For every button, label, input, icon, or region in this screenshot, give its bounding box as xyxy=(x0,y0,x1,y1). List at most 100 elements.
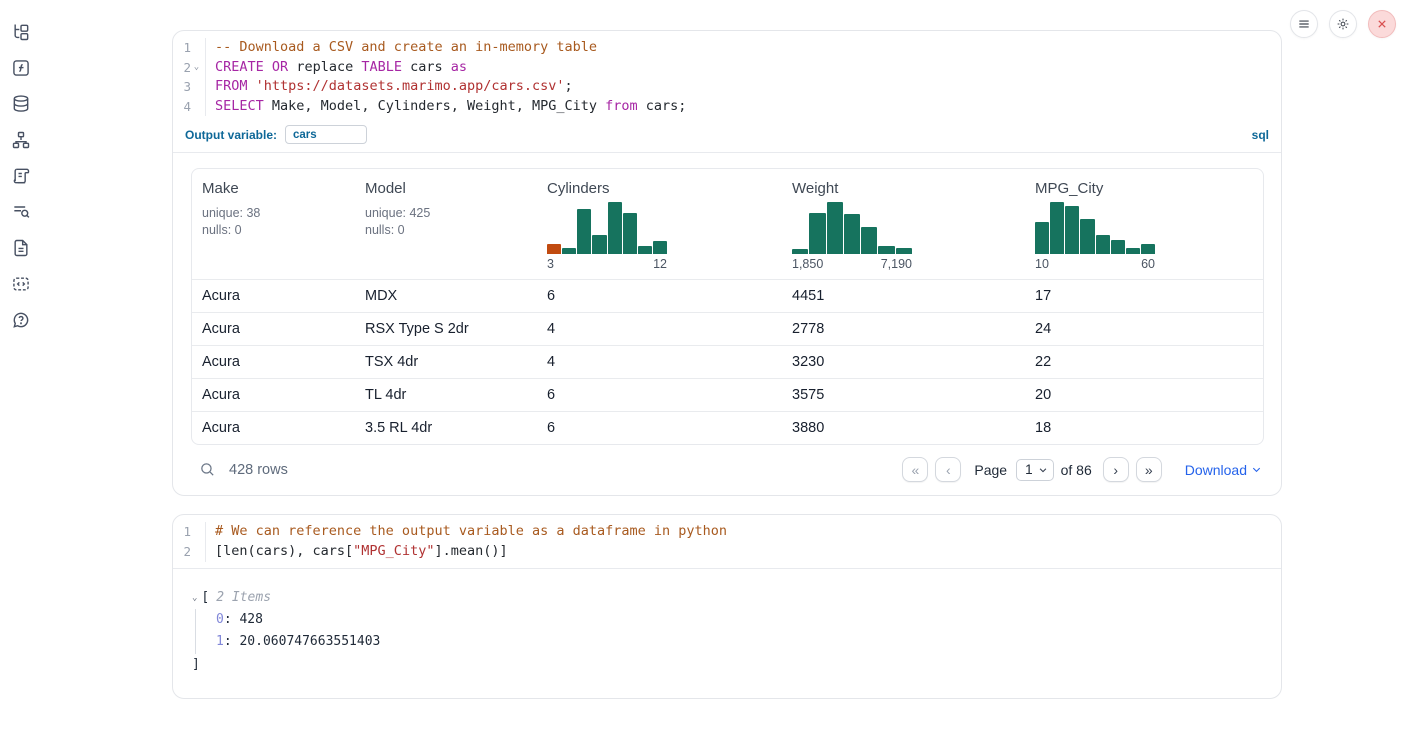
table-cell: 22 xyxy=(1025,354,1263,370)
histogram-axis: 1,850 7,190 xyxy=(792,257,912,271)
python-cell: 1# We can reference the output variable … xyxy=(172,514,1282,698)
helper-panel-sidebar xyxy=(0,0,42,330)
table-cell: 6 xyxy=(537,420,782,436)
page-label: Page xyxy=(974,462,1007,478)
table-row: AcuraMDX6445117 xyxy=(192,279,1263,312)
last-page-button[interactable]: » xyxy=(1136,457,1162,482)
tree-open-bracket: [ xyxy=(201,589,209,607)
scratchpad-icon[interactable] xyxy=(11,166,31,186)
tree-collapse-caret[interactable]: ⌄ xyxy=(192,589,197,607)
histogram-bar xyxy=(1126,248,1140,254)
histogram-bar xyxy=(1050,202,1064,254)
table-footer: 428 rows « ‹ Page 1 of 86 › » Download xyxy=(191,455,1264,484)
column-header-cylinders[interactable]: Cylinders 3 12 xyxy=(537,169,782,279)
line-number: 4 xyxy=(173,97,206,117)
table-cell: Acura xyxy=(192,288,355,304)
column-header-mpg-city[interactable]: MPG_City 10 60 xyxy=(1025,169,1263,279)
prev-page-button[interactable]: ‹ xyxy=(935,457,961,482)
table-cell: 3880 xyxy=(782,420,1025,436)
histogram-bar xyxy=(896,248,912,255)
histogram-axis: 3 12 xyxy=(547,257,667,271)
language-badge[interactable]: sql xyxy=(1252,128,1269,142)
line-number: 2⌄ xyxy=(173,58,206,78)
sql-output-variable-row: Output variable: sql xyxy=(173,122,1281,153)
histogram-bar xyxy=(844,214,860,254)
settings-gear-button[interactable] xyxy=(1329,10,1357,38)
fold-chevron-icon[interactable]: ⌄ xyxy=(191,58,202,78)
table-cell: 18 xyxy=(1025,420,1263,436)
table-row: AcuraTL 4dr6357520 xyxy=(192,378,1263,411)
tree-entry: 0: 428 xyxy=(216,609,1263,632)
sql-code-editor[interactable]: 1-- Download a CSV and create an in-memo… xyxy=(173,31,1281,122)
line-number: 3 xyxy=(173,77,206,97)
histogram-bar xyxy=(861,227,877,255)
python-cell-output: ⌄ [ 2 Items 0: 4281: 20.060747663551403 … xyxy=(173,569,1281,698)
column-header-model[interactable]: Model unique: 425 nulls: 0 xyxy=(355,169,537,279)
histogram-bar xyxy=(653,241,667,254)
histogram-bar xyxy=(1141,244,1155,254)
shutdown-close-button[interactable] xyxy=(1368,10,1396,38)
code-line[interactable]: 2⌄CREATE OR replace TABLE cars as xyxy=(173,58,1281,78)
file-explorer-icon[interactable] xyxy=(11,22,31,42)
column-header-weight[interactable]: Weight 1,850 7,190 xyxy=(782,169,1025,279)
code-line[interactable]: 1-- Download a CSV and create an in-memo… xyxy=(173,38,1281,58)
table-cell: TSX 4dr xyxy=(355,354,537,370)
table-cell: TL 4dr xyxy=(355,387,537,403)
table-row: AcuraTSX 4dr4323022 xyxy=(192,345,1263,378)
table-cell: MDX xyxy=(355,288,537,304)
histogram-axis: 10 60 xyxy=(1035,257,1155,271)
column-stats: unique: 425 nulls: 0 xyxy=(365,205,537,238)
histogram-bar xyxy=(577,209,591,255)
histogram-bar xyxy=(827,202,843,254)
dependency-graph-icon[interactable] xyxy=(11,130,31,150)
notebook-cells: 1-- Download a CSV and create an in-memo… xyxy=(172,0,1282,699)
code-line[interactable]: 4SELECT Make, Model, Cylinders, Weight, … xyxy=(173,97,1281,117)
table-row: Acura3.5 RL 4dr6388018 xyxy=(192,411,1263,444)
mpg-city-histogram[interactable]: 10 60 xyxy=(1035,202,1155,271)
code-line[interactable]: 1# We can reference the output variable … xyxy=(173,522,1281,542)
chevron-down-icon xyxy=(1038,465,1048,475)
histogram-bar xyxy=(547,244,561,254)
download-button[interactable]: Download xyxy=(1185,462,1262,478)
next-page-button[interactable]: › xyxy=(1103,457,1129,482)
output-variable-input[interactable] xyxy=(285,125,367,144)
first-page-button[interactable]: « xyxy=(902,457,928,482)
table-cell: 6 xyxy=(537,387,782,403)
logs-icon[interactable] xyxy=(11,202,31,222)
search-icon[interactable] xyxy=(199,461,216,478)
line-number: 2 xyxy=(173,542,206,562)
table-cell: 6 xyxy=(537,288,782,304)
column-header-make[interactable]: Make unique: 38 nulls: 0 xyxy=(192,169,355,279)
tree-entries: 0: 4281: 20.060747663551403 xyxy=(195,609,1263,654)
code-line[interactable]: 3FROM 'https://datasets.marimo.app/cars.… xyxy=(173,77,1281,97)
sql-cell-output: Make unique: 38 nulls: 0 Model unique: 4… xyxy=(173,153,1281,495)
code-line[interactable]: 2[len(cars), cars["MPG_City"].mean()] xyxy=(173,542,1281,562)
weight-histogram[interactable]: 1,850 7,190 xyxy=(792,202,912,271)
table-cell: Acura xyxy=(192,321,355,337)
tree-close-bracket: ] xyxy=(192,655,1263,674)
histogram-bar xyxy=(1035,222,1049,254)
help-icon[interactable] xyxy=(11,310,31,330)
cars-data-table: Make unique: 38 nulls: 0 Model unique: 4… xyxy=(191,168,1264,445)
datasources-icon[interactable] xyxy=(11,94,31,114)
histogram-bar xyxy=(1065,206,1079,254)
table-cell: 3575 xyxy=(782,387,1025,403)
python-code-editor[interactable]: 1# We can reference the output variable … xyxy=(173,515,1281,568)
page-select[interactable]: 1 xyxy=(1016,459,1054,481)
table-row: AcuraRSX Type S 2dr4277824 xyxy=(192,312,1263,345)
table-cell: 4 xyxy=(537,321,782,337)
pagination-controls: « ‹ Page 1 of 86 › » Download xyxy=(902,457,1262,482)
notebook-controls xyxy=(1290,10,1396,38)
documentation-icon[interactable] xyxy=(11,238,31,258)
chevron-down-icon xyxy=(1251,464,1262,475)
histogram-bar xyxy=(792,249,808,254)
cylinders-histogram[interactable]: 3 12 xyxy=(547,202,667,271)
histogram-bar xyxy=(1096,235,1110,255)
histogram-bar xyxy=(623,213,637,255)
histogram-bar xyxy=(592,235,606,255)
snippets-icon[interactable] xyxy=(11,274,31,294)
table-cell: 17 xyxy=(1025,288,1263,304)
menu-button[interactable] xyxy=(1290,10,1318,38)
variables-icon[interactable] xyxy=(11,58,31,78)
histogram-bar xyxy=(878,246,894,254)
